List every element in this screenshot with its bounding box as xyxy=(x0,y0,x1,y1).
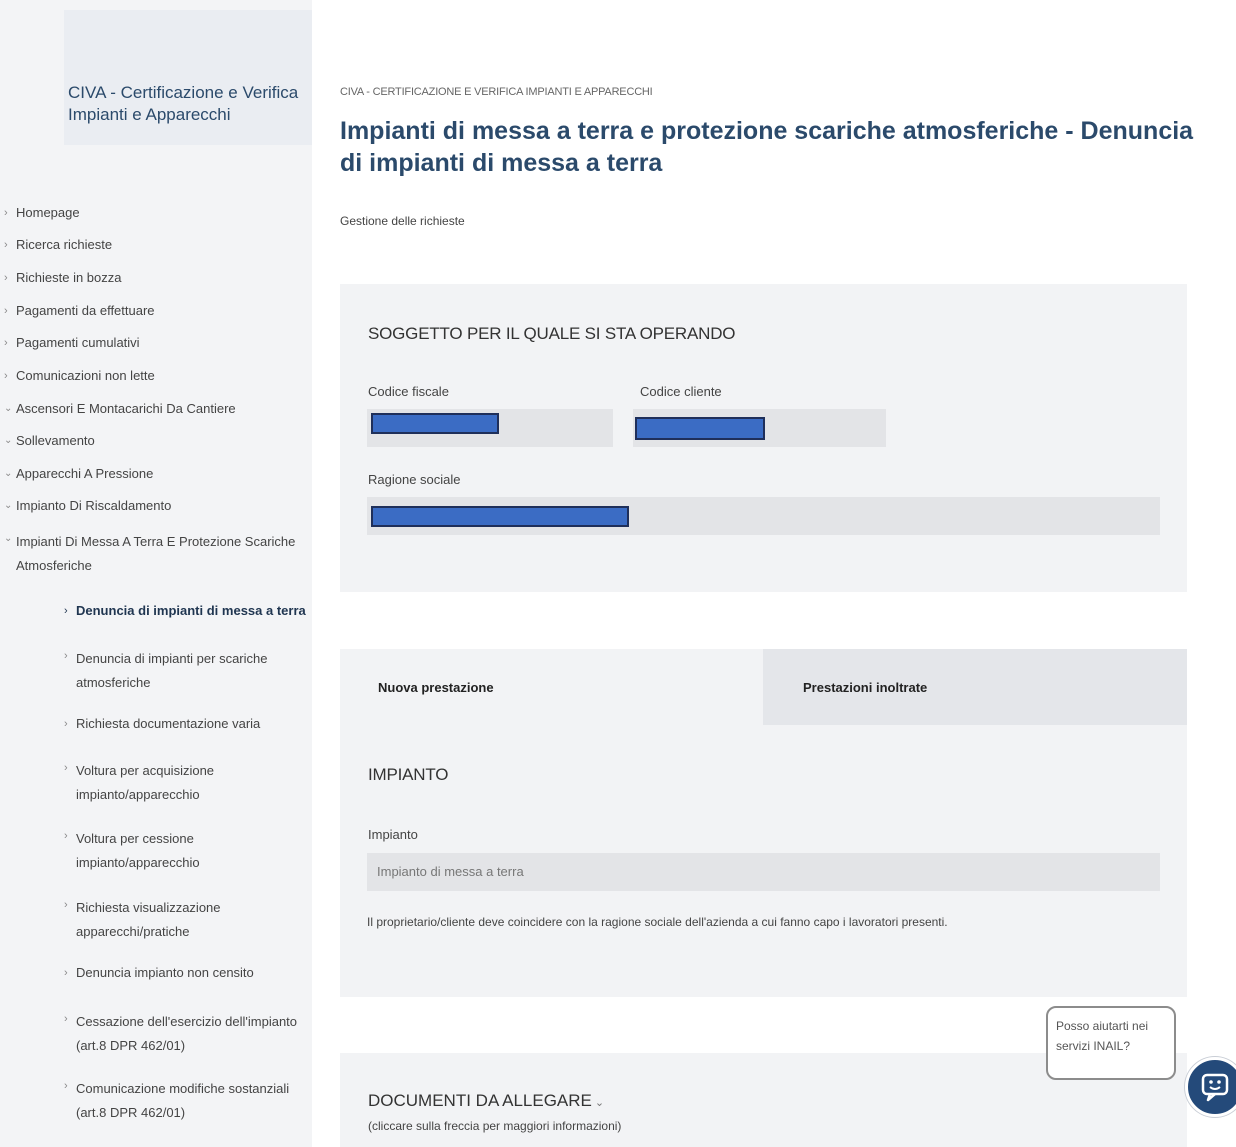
chevron-right-icon: › xyxy=(4,207,8,219)
sidebar-item-riscaldamento[interactable]: ⌄ Impianto Di Riscaldamento xyxy=(4,497,171,515)
chevron-right-icon: › xyxy=(64,718,68,730)
chevron-right-icon: › xyxy=(64,830,68,842)
sidebar-item-apparecchi-pressione[interactable]: ⌄ Apparecchi A Pressione xyxy=(4,465,153,483)
redacted-value xyxy=(371,413,499,434)
codice-cliente-field[interactable] xyxy=(633,409,886,447)
submenu-item-voltura-acquisizione[interactable]: › Voltura per acquisizione impianto/appar… xyxy=(64,759,309,807)
ragione-sociale-field[interactable] xyxy=(367,497,1160,535)
soggetto-heading: SOGGETTO PER IL QUALE SI STA OPERANDO xyxy=(368,324,736,343)
chevron-right-icon: › xyxy=(4,337,8,349)
sidebar: CIVA - Certificazione e Verifica Impiant… xyxy=(0,0,312,1147)
chevron-down-icon: ⌄ xyxy=(4,533,13,544)
soggetto-panel: SOGGETTO PER IL QUALE SI STA OPERANDO Co… xyxy=(340,284,1187,592)
sidebar-item-comunicazioni[interactable]: › Comunicazioni non lette xyxy=(4,367,155,385)
submenu-item-denuncia-scariche[interactable]: › Denuncia di impianti per scariche atmos… xyxy=(64,647,309,695)
sidebar-item-ascensori[interactable]: ⌄ Ascensori E Montacarichi Da Cantiere xyxy=(4,400,236,418)
redacted-value xyxy=(635,417,765,440)
submenu-item-cessazione[interactable]: › Cessazione dell'esercizio dell'impianto… xyxy=(64,1010,309,1058)
documenti-heading[interactable]: DOCUMENTI DA ALLEGARE ⌄ xyxy=(368,1091,604,1111)
sidebar-item-sollevamento[interactable]: ⌄ Sollevamento xyxy=(4,432,95,450)
chevron-right-icon: › xyxy=(4,370,8,382)
impianto-label: Impianto xyxy=(368,827,418,842)
submenu-item-non-censito[interactable]: › Denuncia impianto non censito xyxy=(64,964,309,982)
ragione-sociale-label: Ragione sociale xyxy=(368,472,461,487)
chevron-down-icon: ⌄ xyxy=(4,500,13,511)
submenu-item-modifiche[interactable]: › Comunicazione modifiche sostanziali (ar… xyxy=(64,1077,309,1125)
chevron-right-icon: › xyxy=(64,762,68,774)
documenti-hint: (cliccare sulla freccia per maggiori inf… xyxy=(368,1119,622,1133)
app-title[interactable]: CIVA - Certificazione e Verifica Impiant… xyxy=(68,82,308,126)
submenu-item-denuncia-messa-terra[interactable]: › Denuncia di impianti di messa a terra xyxy=(64,602,309,620)
chevron-down-icon[interactable]: ⌄ xyxy=(595,1097,604,1109)
codice-fiscale-field[interactable] xyxy=(367,409,613,447)
sidebar-item-pagamenti-da-effettuare[interactable]: › Pagamenti da effettuare xyxy=(4,302,155,320)
redacted-value xyxy=(371,506,629,527)
submenu-item-voltura-cessione[interactable]: › Voltura per cessione impianto/apparecch… xyxy=(64,827,309,875)
chevron-right-icon: › xyxy=(4,272,8,284)
sidebar-item-richieste-bozza[interactable]: › Richieste in bozza xyxy=(4,269,122,287)
impianto-note: Il proprietario/cliente deve coincidere … xyxy=(367,915,948,929)
codice-fiscale-label: Codice fiscale xyxy=(368,384,449,399)
chevron-right-icon: › xyxy=(4,239,8,251)
impianto-input[interactable]: Impianto di messa a terra xyxy=(367,853,1160,891)
chevron-down-icon: ⌄ xyxy=(4,468,13,479)
impianto-panel: IMPIANTO Impianto Impianto di messa a te… xyxy=(340,725,1187,997)
chatbot-icon xyxy=(1201,1073,1229,1102)
tab-prestazioni-inoltrate[interactable]: Prestazioni inoltrate xyxy=(763,649,1187,725)
breadcrumb[interactable]: CIVA - CERTIFICAZIONE E VERIFICA IMPIANT… xyxy=(340,86,653,98)
chevron-right-icon: › xyxy=(64,1013,68,1025)
codice-cliente-label: Codice cliente xyxy=(640,384,722,399)
tab-nuova-prestazione[interactable]: Nuova prestazione xyxy=(340,649,763,725)
sidebar-item-ricerca-richieste[interactable]: › Ricerca richieste xyxy=(4,236,112,254)
chevron-right-icon: › xyxy=(64,650,68,662)
submenu-item-visualizzazione[interactable]: › Richiesta visualizzazione apparecchi/pr… xyxy=(64,896,309,944)
page-title: Impianti di messa a terra e protezione s… xyxy=(340,117,1194,177)
sidebar-item-pagamenti-cumulativi[interactable]: › Pagamenti cumulativi xyxy=(4,334,140,352)
tabs: Nuova prestazione Prestazioni inoltrate xyxy=(340,649,1187,725)
sidebar-item-homepage[interactable]: › Homepage xyxy=(4,204,80,222)
chevron-right-icon: › xyxy=(64,605,68,617)
chat-bubble[interactable]: Posso aiutarti nei servizi INAIL? xyxy=(1046,1006,1176,1080)
chevron-right-icon: › xyxy=(64,1080,68,1092)
impianto-heading: IMPIANTO xyxy=(368,765,449,784)
chevron-down-icon: ⌄ xyxy=(4,403,13,414)
page-subtitle: Gestione delle richieste xyxy=(340,214,465,228)
chevron-right-icon: › xyxy=(64,967,68,979)
sidebar-item-messa-a-terra[interactable]: ⌄ Impianti Di Messa A Terra E Protezione … xyxy=(4,530,304,578)
chevron-down-icon: ⌄ xyxy=(4,435,13,446)
chevron-right-icon: › xyxy=(64,899,68,911)
chat-button[interactable] xyxy=(1185,1057,1236,1117)
chevron-right-icon: › xyxy=(4,305,8,317)
submenu-item-documentazione-varia[interactable]: › Richiesta documentazione varia xyxy=(64,715,309,733)
